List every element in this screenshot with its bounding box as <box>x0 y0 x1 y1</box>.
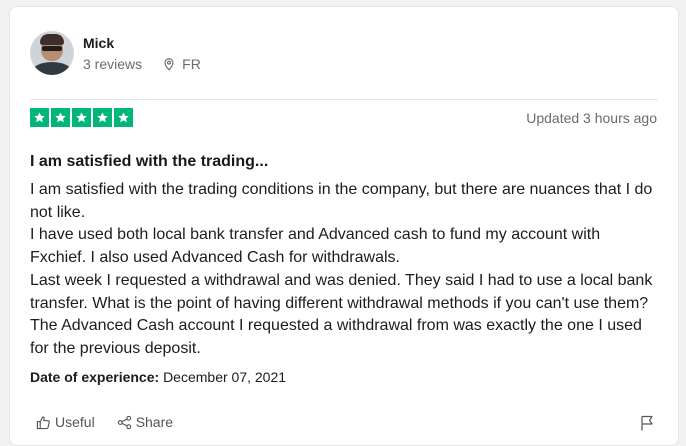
report-button[interactable] <box>640 415 654 436</box>
useful-button[interactable]: Useful <box>36 414 95 430</box>
reviewer-info: Mick 3 reviews FR <box>83 34 201 72</box>
review-updated-time: Updated 3 hours ago <box>526 110 657 126</box>
star-icon <box>114 108 133 127</box>
date-of-experience-value: December 07, 2021 <box>163 369 287 385</box>
divider <box>30 99 658 100</box>
review-card: Mick 3 reviews FR Updated 3 hours ago I … <box>9 6 679 446</box>
review-paragraph: I have used both local bank transfer and… <box>30 226 601 267</box>
star-rating <box>30 108 133 127</box>
review-title[interactable]: I am satisfied with the trading... <box>30 153 268 171</box>
share-icon <box>117 415 131 429</box>
reviewer-country: FR <box>182 56 201 72</box>
date-of-experience-label: Date of experience: <box>30 369 160 385</box>
reviewer-review-count: 3 reviews <box>83 56 143 72</box>
review-actions: Useful Share <box>36 414 195 430</box>
share-button[interactable]: Share <box>117 414 173 430</box>
useful-label: Useful <box>55 414 95 430</box>
reviewer-header[interactable]: Mick 3 reviews FR <box>30 31 201 75</box>
reviewer-name[interactable]: Mick <box>83 34 201 52</box>
thumbs-up-icon <box>36 415 50 429</box>
star-icon <box>72 108 91 127</box>
review-body: I am satisfied with the trading conditio… <box>30 179 660 361</box>
location-pin-icon <box>162 57 176 71</box>
flag-icon <box>641 415 653 431</box>
avatar[interactable] <box>30 31 74 75</box>
star-icon <box>30 108 49 127</box>
reviewer-meta: 3 reviews FR <box>83 56 201 72</box>
star-icon <box>51 108 70 127</box>
review-paragraph: I am satisfied with the trading conditio… <box>30 181 653 221</box>
star-icon <box>93 108 112 127</box>
review-paragraph: Last week I requested a withdrawal and w… <box>30 271 653 357</box>
date-of-experience: Date of experience: December 07, 2021 <box>30 369 286 385</box>
share-label: Share <box>135 414 174 430</box>
